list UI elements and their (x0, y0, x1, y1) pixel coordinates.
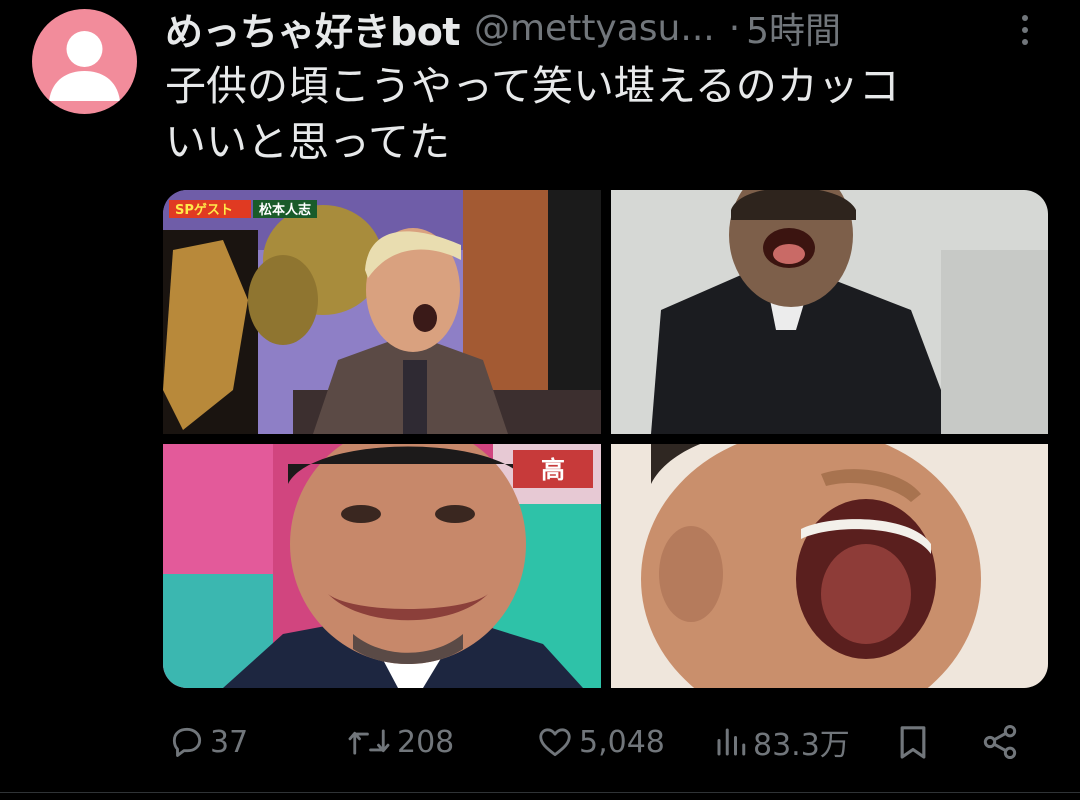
separator-dot: · (728, 7, 741, 49)
photo-4[interactable] (611, 444, 1048, 688)
share-icon (983, 725, 1017, 759)
photo-2-image (611, 190, 1048, 434)
reply-button[interactable]: 37 (168, 712, 248, 772)
like-count: 5,048 (579, 724, 665, 760)
timestamp[interactable]: 5時間 (746, 2, 841, 54)
heart-icon (539, 728, 571, 757)
avatar[interactable] (32, 9, 137, 114)
display-name[interactable]: めっちゃ好きbot (165, 1, 460, 56)
photo-3[interactable]: 高 (163, 444, 601, 688)
divider (0, 792, 1080, 793)
photo-1-caption-right: 松本人志 (259, 202, 311, 218)
retweet-icon (348, 729, 390, 755)
default-user-icon (49, 31, 120, 101)
reply-count: 37 (210, 724, 249, 760)
retweet-count: 208 (397, 724, 455, 760)
tweet-text-line: いいと思ってた (165, 118, 450, 166)
photo-2[interactable] (611, 190, 1048, 434)
photo-4-image (611, 444, 1048, 688)
reply-icon (172, 727, 202, 757)
photo-3-image: 高 (163, 444, 601, 688)
photo-3-sign: 高 (541, 456, 565, 484)
user-handle[interactable]: @mettyasu... (474, 8, 715, 49)
share-button[interactable] (980, 712, 1020, 772)
more-options-icon[interactable] (1010, 10, 1040, 50)
like-button[interactable]: 5,048 (535, 712, 665, 772)
retweet-button[interactable]: 208 (345, 712, 454, 772)
view-count: 83.3万 (753, 728, 850, 763)
bookmark-icon (900, 726, 926, 759)
tweet-text-line: 子供の頃こうやって笑い堪えるのカッコ (165, 62, 900, 110)
views-button[interactable]: 83.3万 (713, 712, 850, 772)
photo-1[interactable]: SPゲスト 松本人志 (163, 190, 601, 434)
photo-1-caption-left: SPゲスト (175, 202, 233, 218)
action-bar: 37 208 5,048 83.3万 (0, 712, 1080, 772)
bar-chart-icon (717, 728, 746, 756)
tweet-header: めっちゃ好きbot @mettyasu... · 5時間 (165, 2, 841, 54)
tweet-text: 子供の頃こうやって笑い堪えるのカッコ いいと思ってた (165, 58, 1025, 170)
media-grid: SPゲスト 松本人志 高 (163, 190, 1048, 688)
bookmark-button[interactable] (893, 712, 933, 772)
photo-1-image: SPゲスト 松本人志 (163, 190, 601, 434)
